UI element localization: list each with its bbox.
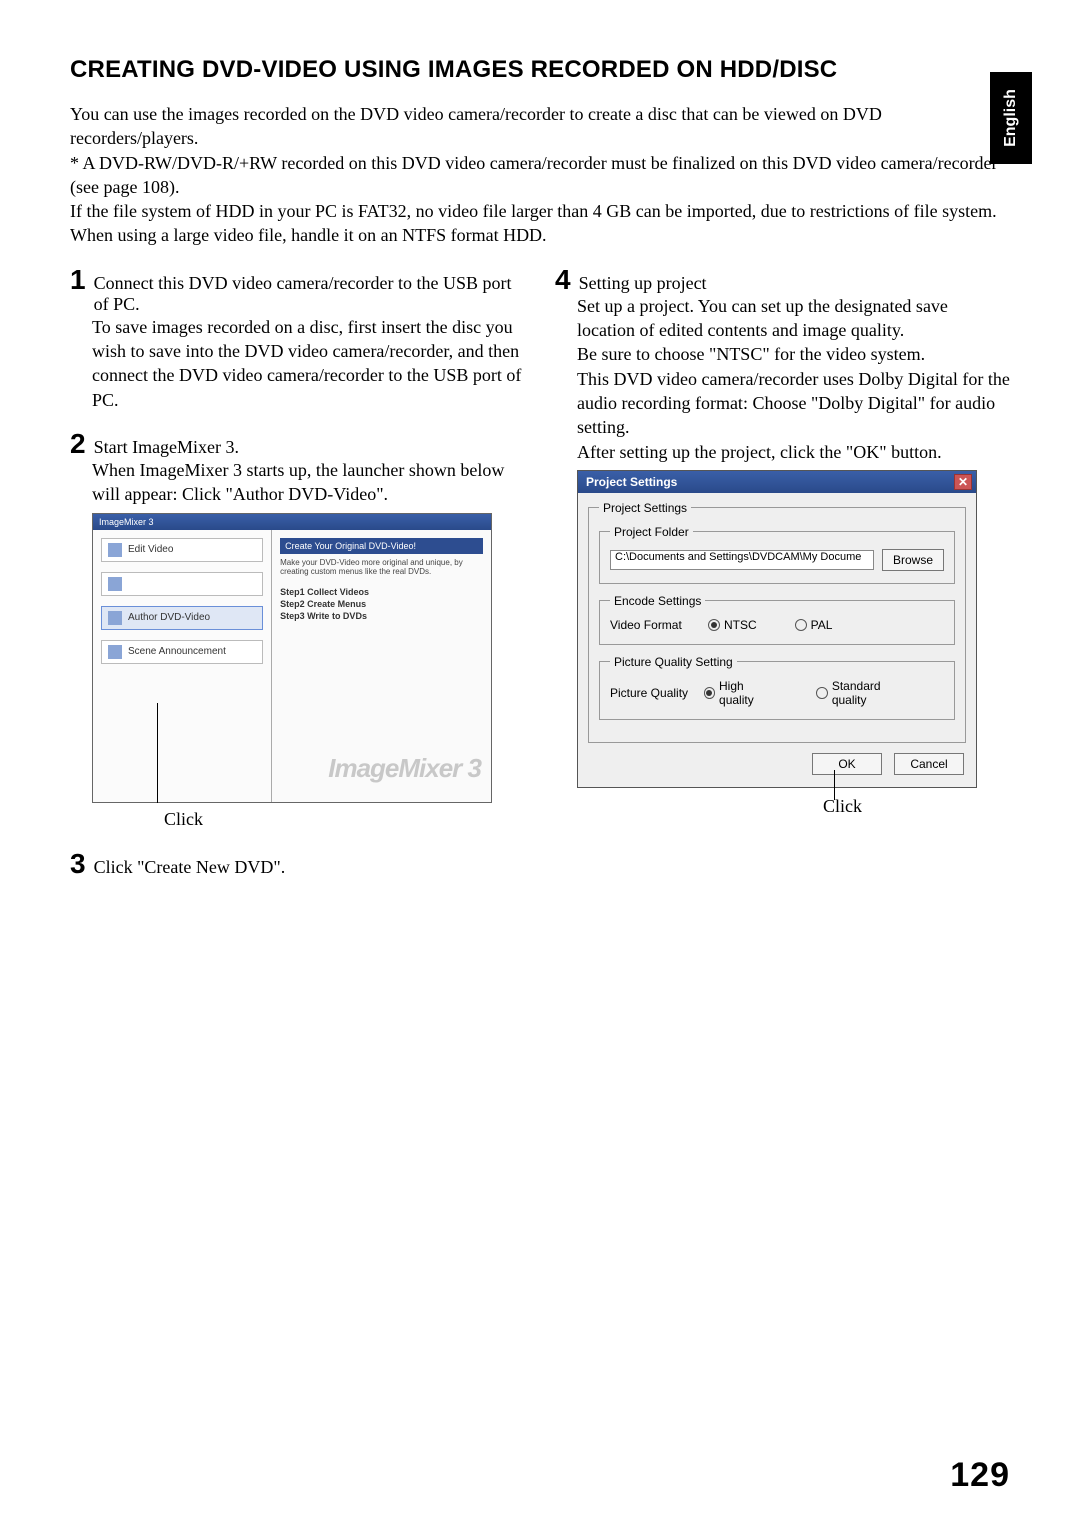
ntsc-label: NTSC bbox=[724, 618, 757, 632]
launcher-step1: Step1 Collect Videos bbox=[280, 587, 483, 597]
launcher-watermark: ImageMixer 3 bbox=[328, 753, 481, 784]
sidebar-label-edit: Edit Video bbox=[128, 544, 173, 555]
callout-line-icon bbox=[834, 770, 835, 800]
step-2: 2 Start ImageMixer 3. When ImageMixer 3 … bbox=[70, 430, 525, 830]
intro-p1: You can use the images recorded on the D… bbox=[70, 102, 1010, 151]
sidebar-label-announce: Scene Announcement bbox=[128, 646, 226, 657]
click-caption-1: Click bbox=[164, 809, 203, 830]
page-title: CREATING DVD-VIDEO USING IMAGES RECORDED… bbox=[70, 56, 1010, 84]
callout-line-icon bbox=[157, 703, 158, 803]
step-4-body1: Set up a project. You can set up the des… bbox=[577, 296, 948, 340]
click-caption-2: Click bbox=[675, 796, 1010, 817]
launcher-main-sub: Make your DVD-Video more original and un… bbox=[280, 558, 483, 577]
step-3-number: 3 bbox=[70, 850, 86, 878]
radio-on-icon bbox=[704, 687, 715, 699]
radio-standard-quality[interactable]: Standard quality bbox=[816, 679, 914, 707]
dialog-titlebar: Project Settings ✕ bbox=[578, 471, 976, 493]
manual-page: English CREATING DVD-VIDEO USING IMAGES … bbox=[0, 0, 1080, 1535]
click-callout-1: Click bbox=[92, 803, 525, 830]
legend-project-folder: Project Folder bbox=[610, 525, 693, 539]
right-column: 4 Setting up project Set up a project. Y… bbox=[555, 266, 1010, 896]
standard-quality-label: Standard quality bbox=[832, 679, 914, 707]
project-settings-dialog: Project Settings ✕ Project Settings Proj… bbox=[577, 470, 977, 788]
announcement-icon bbox=[108, 645, 122, 659]
step-2-body: When ImageMixer 3 starts up, the launche… bbox=[70, 458, 525, 507]
radio-pal[interactable]: PAL bbox=[795, 618, 833, 632]
launcher-step3: Step3 Write to DVDs bbox=[280, 611, 483, 621]
dialog-title-text: Project Settings bbox=[586, 475, 677, 489]
two-column-layout: 1 Connect this DVD video camera/recorder… bbox=[70, 266, 1010, 896]
step-4-body4: After setting up the project, click the … bbox=[577, 442, 942, 462]
intro-p3: If the file system of HDD in your PC is … bbox=[70, 199, 1010, 223]
launcher-main: Create Your Original DVD-Video! Make you… bbox=[272, 530, 491, 802]
launcher-step2: Step2 Create Menus bbox=[280, 599, 483, 609]
step-4: 4 Setting up project Set up a project. Y… bbox=[555, 266, 1010, 817]
legend-encode-settings: Encode Settings bbox=[610, 594, 705, 608]
sidebar-item-scene-announcement[interactable]: Scene Announcement bbox=[101, 640, 263, 664]
launcher-main-heading: Create Your Original DVD-Video! bbox=[280, 538, 483, 554]
cancel-button[interactable]: Cancel bbox=[894, 753, 964, 775]
legend-project-settings: Project Settings bbox=[599, 501, 691, 515]
sidebar-item-author-dvd[interactable]: Author DVD-Video bbox=[101, 606, 263, 630]
fieldset-project-settings: Project Settings Project Folder C:\Docum… bbox=[588, 501, 966, 743]
launcher-window: ImageMixer 3 Edit Video bbox=[92, 513, 492, 803]
step-2-title: Start ImageMixer 3. bbox=[94, 437, 239, 458]
step-1: 1 Connect this DVD video camera/recorder… bbox=[70, 266, 525, 412]
radio-high-quality[interactable]: High quality bbox=[704, 679, 779, 707]
language-tab: English bbox=[990, 72, 1032, 164]
high-quality-label: High quality bbox=[719, 679, 778, 707]
page-number: 129 bbox=[950, 1456, 1010, 1495]
step-2-number: 2 bbox=[70, 430, 86, 458]
close-icon[interactable]: ✕ bbox=[954, 474, 972, 490]
project-folder-input[interactable]: C:\Documents and Settings\DVDCAM\My Docu… bbox=[610, 550, 874, 570]
launcher-main-steps: Step1 Collect Videos Step2 Create Menus … bbox=[280, 587, 483, 621]
dvd-icon bbox=[108, 611, 122, 625]
film-icon bbox=[108, 543, 122, 557]
sidebar-label-author: Author DVD-Video bbox=[128, 612, 210, 623]
step-1-number: 1 bbox=[70, 266, 86, 294]
left-column: 1 Connect this DVD video camera/recorder… bbox=[70, 266, 525, 896]
video-format-label: Video Format bbox=[610, 618, 700, 632]
step-4-body: Set up a project. You can set up the des… bbox=[555, 294, 1010, 464]
step-3: 3 Click "Create New DVD". bbox=[70, 850, 525, 878]
step-4-body3: This DVD video camera/recorder uses Dolb… bbox=[577, 369, 1010, 438]
intro-block: You can use the images recorded on the D… bbox=[70, 102, 1010, 248]
step-4-body2: Be sure to choose "NTSC" for the video s… bbox=[577, 344, 925, 364]
pal-label: PAL bbox=[811, 618, 833, 632]
intro-p4: When using a large video file, handle it… bbox=[70, 223, 1010, 247]
step-1-title: Connect this DVD video camera/recorder t… bbox=[94, 273, 525, 315]
radio-off-icon bbox=[795, 619, 807, 631]
radio-off-icon bbox=[816, 687, 827, 699]
legend-picture-quality: Picture Quality Setting bbox=[610, 655, 737, 669]
step-1-body: To save images recorded on a disc, first… bbox=[70, 315, 525, 412]
step-4-number: 4 bbox=[555, 266, 571, 294]
fieldset-picture-quality: Picture Quality Setting Picture Quality … bbox=[599, 655, 955, 720]
fieldset-project-folder: Project Folder C:\Documents and Settings… bbox=[599, 525, 955, 584]
picture-quality-label: Picture Quality bbox=[610, 686, 696, 700]
step-3-title: Click "Create New DVD". bbox=[94, 857, 286, 878]
fieldset-encode-settings: Encode Settings Video Format NTSC bbox=[599, 594, 955, 645]
intro-p2: * A DVD-RW/DVD-R/+RW recorded on this DV… bbox=[70, 151, 1010, 200]
radio-ntsc[interactable]: NTSC bbox=[708, 618, 757, 632]
browse-button[interactable]: Browse bbox=[882, 549, 944, 571]
launcher-sidebar: Edit Video Author DVD-Video bbox=[93, 530, 272, 802]
dialog-button-row: OK Cancel bbox=[588, 753, 966, 775]
sidebar-item-unnamed[interactable] bbox=[101, 572, 263, 596]
step-4-title: Setting up project bbox=[579, 273, 707, 294]
language-label: English bbox=[1002, 89, 1020, 147]
sidebar-item-edit-video[interactable]: Edit Video bbox=[101, 538, 263, 562]
ok-button[interactable]: OK bbox=[812, 753, 882, 775]
disc-icon bbox=[108, 577, 122, 591]
radio-on-icon bbox=[708, 619, 720, 631]
launcher-titlebar: ImageMixer 3 bbox=[93, 514, 491, 530]
